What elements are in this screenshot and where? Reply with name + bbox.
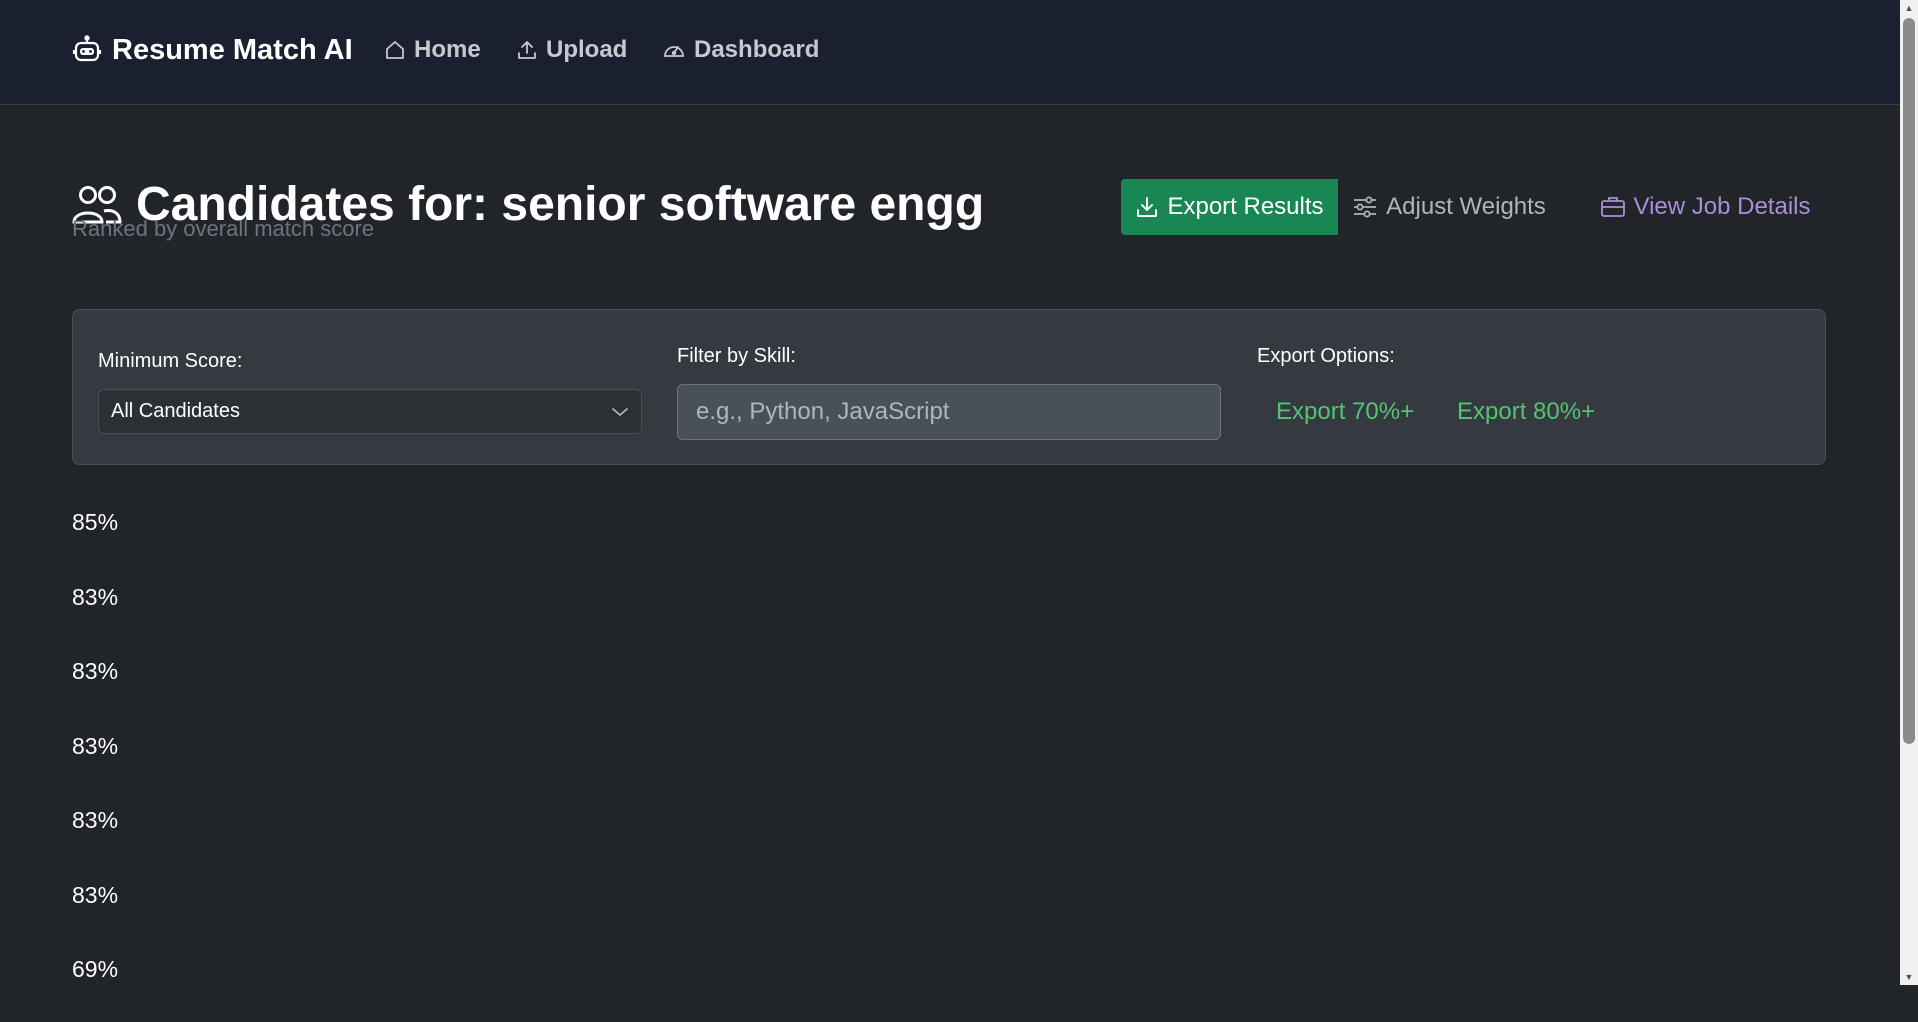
- nav-home-label: Home: [414, 36, 481, 63]
- nav-upload[interactable]: Upload: [516, 30, 627, 70]
- candidate-score: 83%: [72, 658, 119, 684]
- speedometer-icon: [662, 39, 686, 61]
- nav-dashboard-label: Dashboard: [694, 36, 820, 63]
- brand-link[interactable]: Resume Match AI: [72, 30, 353, 70]
- export-options-label: Export Options:: [1257, 345, 1395, 367]
- nav-home[interactable]: Home: [384, 30, 481, 70]
- download-icon: [1135, 195, 1159, 219]
- sliders-icon: [1352, 195, 1378, 219]
- nav-dashboard[interactable]: Dashboard: [662, 30, 819, 70]
- navbar: Resume Match AI Home Upload Dashboard: [0, 0, 1900, 105]
- min-score-select[interactable]: All Candidates: [98, 389, 642, 434]
- scroll-down-arrow-icon[interactable]: ▼: [1900, 969, 1918, 985]
- view-job-details-link[interactable]: View Job Details: [1590, 179, 1820, 235]
- chevron-down-icon: [611, 406, 629, 418]
- scroll-up-arrow-icon[interactable]: ▲: [1900, 0, 1918, 16]
- skill-filter-input[interactable]: [677, 384, 1221, 440]
- export-results-button[interactable]: Export Results: [1121, 179, 1338, 235]
- robot-icon: [72, 35, 102, 65]
- filter-panel: Minimum Score: All Candidates Filter by …: [72, 309, 1826, 465]
- candidate-score: 83%: [72, 881, 119, 908]
- brand-name: Resume Match AI: [112, 33, 353, 66]
- candidate-score-list: 85% 83% 83% 83% 83% 83% 69%: [72, 500, 118, 1022]
- briefcase-icon: [1600, 195, 1626, 219]
- export-70-link[interactable]: Export 70%+: [1276, 384, 1414, 440]
- vertical-scrollbar[interactable]: ▲ ▼: [1900, 0, 1918, 985]
- scrollbar-thumb[interactable]: [1903, 18, 1915, 744]
- export-results-label: Export Results: [1167, 193, 1324, 220]
- candidate-score: 85%: [72, 509, 119, 535]
- house-icon: [384, 39, 406, 61]
- upload-icon: [516, 39, 538, 61]
- candidate-score: 83%: [72, 807, 119, 833]
- nav-upload-label: Upload: [546, 36, 628, 63]
- adjust-weights-button[interactable]: Adjust Weights: [1338, 179, 1560, 235]
- skill-filter-label: Filter by Skill:: [677, 345, 796, 367]
- candidate-score: 83%: [72, 583, 119, 610]
- adjust-weights-label: Adjust Weights: [1386, 193, 1546, 220]
- candidate-score: 69%: [72, 956, 119, 982]
- min-score-value: All Candidates: [111, 400, 240, 422]
- candidate-score: 83%: [72, 732, 119, 759]
- page-subtitle: Ranked by overall match score: [72, 216, 375, 241]
- export-80-link[interactable]: Export 80%+: [1457, 384, 1595, 440]
- min-score-label: Minimum Score:: [98, 350, 243, 372]
- view-job-details-label: View Job Details: [1633, 193, 1811, 220]
